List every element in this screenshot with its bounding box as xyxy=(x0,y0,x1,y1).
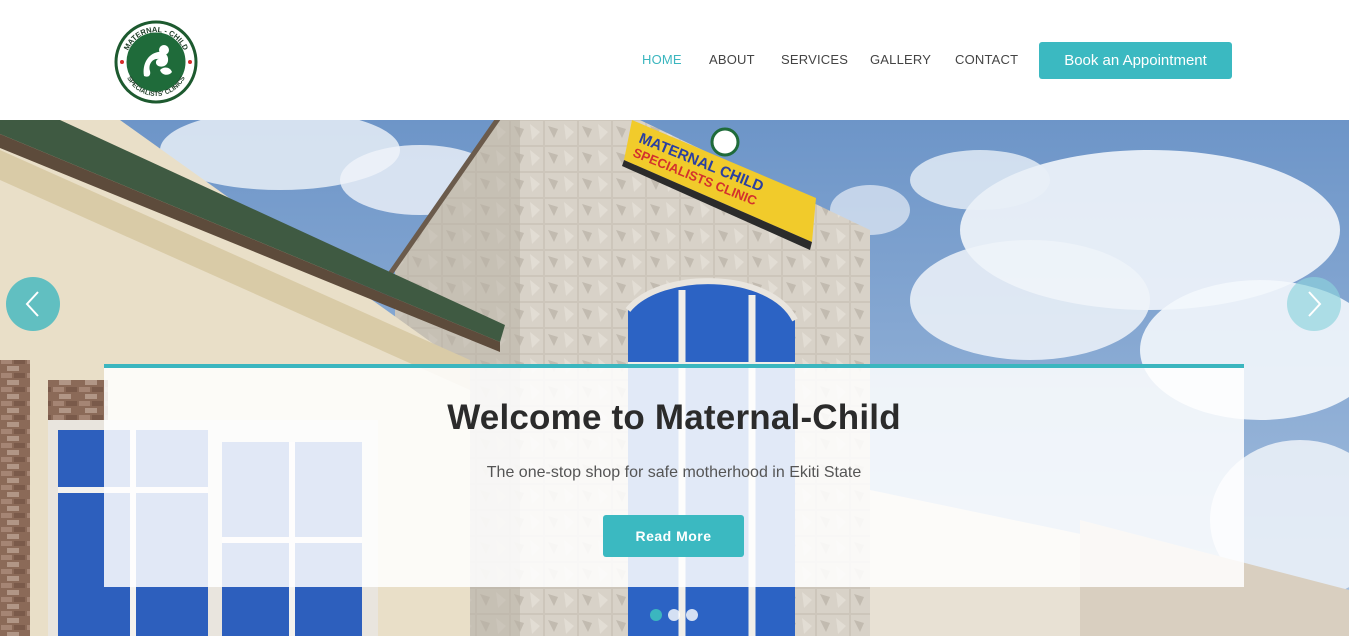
nav-item-about[interactable]: ABOUT xyxy=(709,52,755,67)
site-logo[interactable]: MATERNAL - CHILD SPECIALISTS' CLINICS xyxy=(114,20,198,104)
hero-title: Welcome to Maternal-Child xyxy=(447,398,901,437)
nav-item-services[interactable]: SERVICES xyxy=(781,52,848,67)
chevron-left-icon xyxy=(25,291,39,317)
hero-caption: Welcome to Maternal-Child The one-stop s… xyxy=(104,364,1244,587)
nav-item-home[interactable]: HOME xyxy=(642,52,682,67)
slider-next-button[interactable] xyxy=(1287,277,1341,331)
slider-dot-1[interactable] xyxy=(650,609,662,621)
hero-slider: MATERNAL CHILD SPECIALISTS CLINIC Welcom… xyxy=(0,120,1349,636)
slider-prev-button[interactable] xyxy=(6,277,60,331)
maternal-child-logo-icon: MATERNAL - CHILD SPECIALISTS' CLINICS xyxy=(114,20,198,104)
read-more-button[interactable]: Read More xyxy=(603,515,744,557)
site-header: MATERNAL - CHILD SPECIALISTS' CLINICS HO… xyxy=(0,0,1349,120)
book-appointment-button[interactable]: Book an Appointment xyxy=(1039,42,1232,79)
nav-item-gallery[interactable]: GALLERY xyxy=(870,52,931,67)
chevron-right-icon xyxy=(1308,291,1322,317)
hero-subtitle: The one-stop shop for safe motherhood in… xyxy=(486,464,862,481)
nav-item-contact[interactable]: CONTACT xyxy=(955,52,1018,67)
slider-dot-2[interactable] xyxy=(668,609,680,621)
slider-dot-3[interactable] xyxy=(686,609,698,621)
